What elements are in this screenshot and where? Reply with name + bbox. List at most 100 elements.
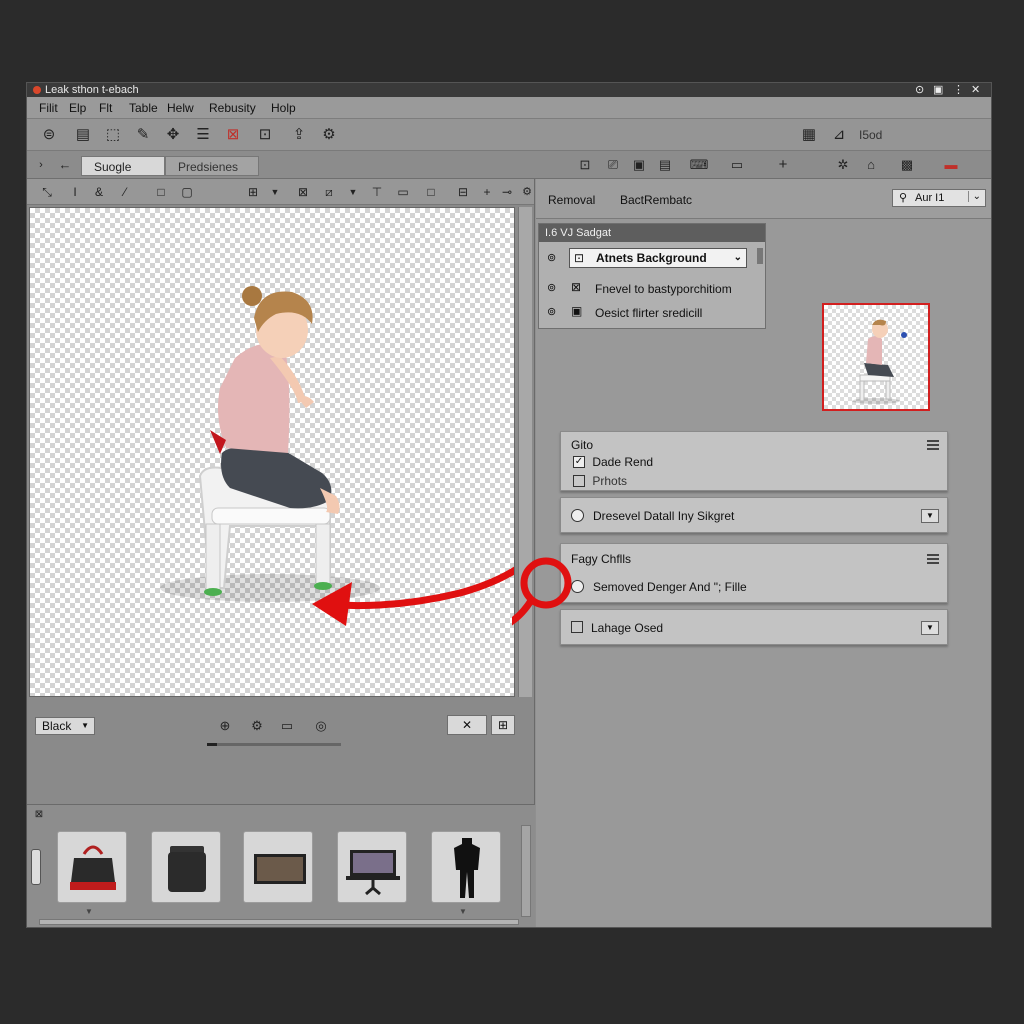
grid-select-icon[interactable]: ⊞ [243,182,263,202]
chevron-down-icon[interactable]: ▼ [921,621,939,635]
asset-thumb-mannequin[interactable] [431,831,501,903]
monitor-icon[interactable]: ⎚ [603,155,623,175]
chevron-down-icon[interactable]: ▼ [343,182,363,202]
lahage-card[interactable]: Lahage Osed ▼ [560,609,948,645]
close-icon[interactable]: ✕ [971,83,980,97]
back-arrow-icon[interactable]: ← [55,155,75,175]
background-color-select[interactable]: Black ▼ [35,717,95,735]
menu-file[interactable]: Filit [39,101,58,115]
more-icon[interactable]: ⋮ [953,83,964,97]
distort-icon[interactable]: ⧄ [319,182,339,202]
stamp-icon[interactable]: ⊤ [367,182,387,202]
crop-icon[interactable]: ⊡ [255,125,275,145]
chevron-down-icon[interactable]: ▼ [85,907,93,916]
select-icon[interactable]: ⤡ [37,182,57,202]
tab-predsienes[interactable]: Predsienes [165,156,259,176]
rect-icon[interactable]: □ [151,182,171,202]
menu-table[interactable]: Table [129,101,158,115]
home-icon[interactable]: ⌂ [861,155,881,175]
cancel-button[interactable]: ✕ [447,715,487,735]
layer-row[interactable]: ⊚ ▣ Oesict flirter sredicill [539,302,765,324]
menu-edit[interactable]: Elp [69,101,86,115]
asset-thumb-bin[interactable] [151,831,221,903]
prhots-checkbox[interactable] [573,474,585,487]
chevron-down-icon[interactable]: ▼ [921,509,939,523]
apply-button[interactable]: ⊞ [491,715,515,735]
minimize-icon[interactable]: ⊙ [915,83,924,97]
split-icon[interactable]: ⊟ [453,182,473,202]
co-icon[interactable]: ⊜ [39,125,59,145]
comment-icon[interactable]: ⌨ [689,155,709,175]
zoom-in-icon[interactable]: ⊕ [215,716,235,736]
strip-scroll-left[interactable] [31,849,41,885]
layers-scrollbar[interactable] [757,248,763,264]
hamburger-icon[interactable] [927,554,939,564]
tab-removal[interactable]: Removal [548,193,595,207]
zoom-slider[interactable] [207,743,341,746]
visibility-icon[interactable]: ⊚ [547,305,556,318]
adjust-icon[interactable]: ⚙ [247,716,267,736]
menu-rebusity[interactable]: Rebusity [209,101,256,115]
battery-icon[interactable]: ▭ [727,155,747,175]
image-canvas[interactable] [29,207,515,697]
ellipse-icon[interactable]: ▢ [177,182,197,202]
hamburger-icon[interactable] [927,440,939,450]
chevron-right-icon[interactable]: › [31,155,51,175]
menu-filter[interactable]: Flt [99,101,112,115]
fit-icon[interactable]: ▭ [277,716,297,736]
dade-rend-checkbox[interactable]: ✓ [573,455,585,468]
menu-help[interactable]: Helw [167,101,194,115]
visibility-icon[interactable]: ⊚ [547,281,556,294]
menu-holp[interactable]: Holp [271,101,296,115]
brush-icon[interactable]: ⁄ [115,182,135,202]
box-tool-icon[interactable]: □ [421,182,441,202]
export-icon[interactable]: ⇪ [289,125,309,145]
grid-icon[interactable]: ▦ [799,125,819,145]
frame-icon[interactable]: ⊡ [575,155,595,175]
text-cursor-icon[interactable]: I [65,182,85,202]
visibility-icon[interactable]: ⊚ [547,251,556,264]
chevron-down-icon[interactable]: ▼ [459,907,467,916]
strip-collapse-icon[interactable]: ⊠ [29,805,49,825]
maximize-icon[interactable]: ▣ [933,83,943,97]
photo-icon[interactable]: ▤ [655,155,675,175]
measure-icon[interactable]: ⊸ [497,182,517,202]
image-frame-icon[interactable]: ▣ [629,155,649,175]
eraser-icon[interactable]: ⬚ [103,125,123,145]
settings-icon[interactable]: ⚙ [319,125,339,145]
move-icon[interactable]: ✥ [163,125,183,145]
zoom-select[interactable]: ⚲ Aur I1 ⌄ [892,189,986,207]
strip-scrollbar[interactable] [39,919,519,925]
image-icon[interactable]: ⊠ [223,125,243,145]
detail-card[interactable]: Dresevel Datall Iny Sikgret ▼ [560,497,948,533]
chart-icon[interactable]: ⊿ [829,125,849,145]
result-preview[interactable] [822,303,930,411]
pen-icon[interactable]: ✎ [133,125,153,145]
frame-tool-icon[interactable]: ▭ [393,182,413,202]
gear-icon[interactable]: ⚙ [517,182,537,202]
zoom-slider-handle[interactable] [207,743,217,746]
add-icon[interactable]: + [477,182,497,202]
layer-select[interactable]: ⊡ Atnets Background ⌄ [569,248,747,268]
strip-vertical-scrollbar[interactable] [521,825,531,917]
lasso-icon[interactable]: & [89,182,109,202]
plus-icon[interactable]: + [773,155,793,175]
reset-icon[interactable]: ◎ [311,716,331,736]
tab-bactrembatc[interactable]: BactRembatc [620,193,692,207]
layer-row[interactable]: ⊚ ⊡ Atnets Background ⌄ [539,248,765,270]
asset-thumb-tv[interactable] [243,831,313,903]
layers-icon[interactable]: ☰ [193,125,213,145]
detail-radio[interactable] [571,509,584,522]
color-bar-icon[interactable]: ▬ [941,155,961,175]
panel-icon[interactable]: ▤ [73,125,93,145]
asset-thumb-monitor[interactable] [337,831,407,903]
checkbox-row[interactable]: ✓ Dade Rend [573,454,653,469]
transform-icon[interactable]: ⊠ [293,182,313,202]
star-icon[interactable]: ✲ [833,155,853,175]
pattern-icon[interactable]: ▩ [897,155,917,175]
asset-thumb-bag[interactable] [57,831,127,903]
checkbox-row[interactable]: Prhots [573,473,627,488]
chevron-down-icon[interactable]: ▼ [265,182,285,202]
tab-suogle[interactable]: Suogle [81,156,165,176]
layer-row[interactable]: ⊚ ⊠ Fnevel to bastyporchitiom [539,278,765,300]
